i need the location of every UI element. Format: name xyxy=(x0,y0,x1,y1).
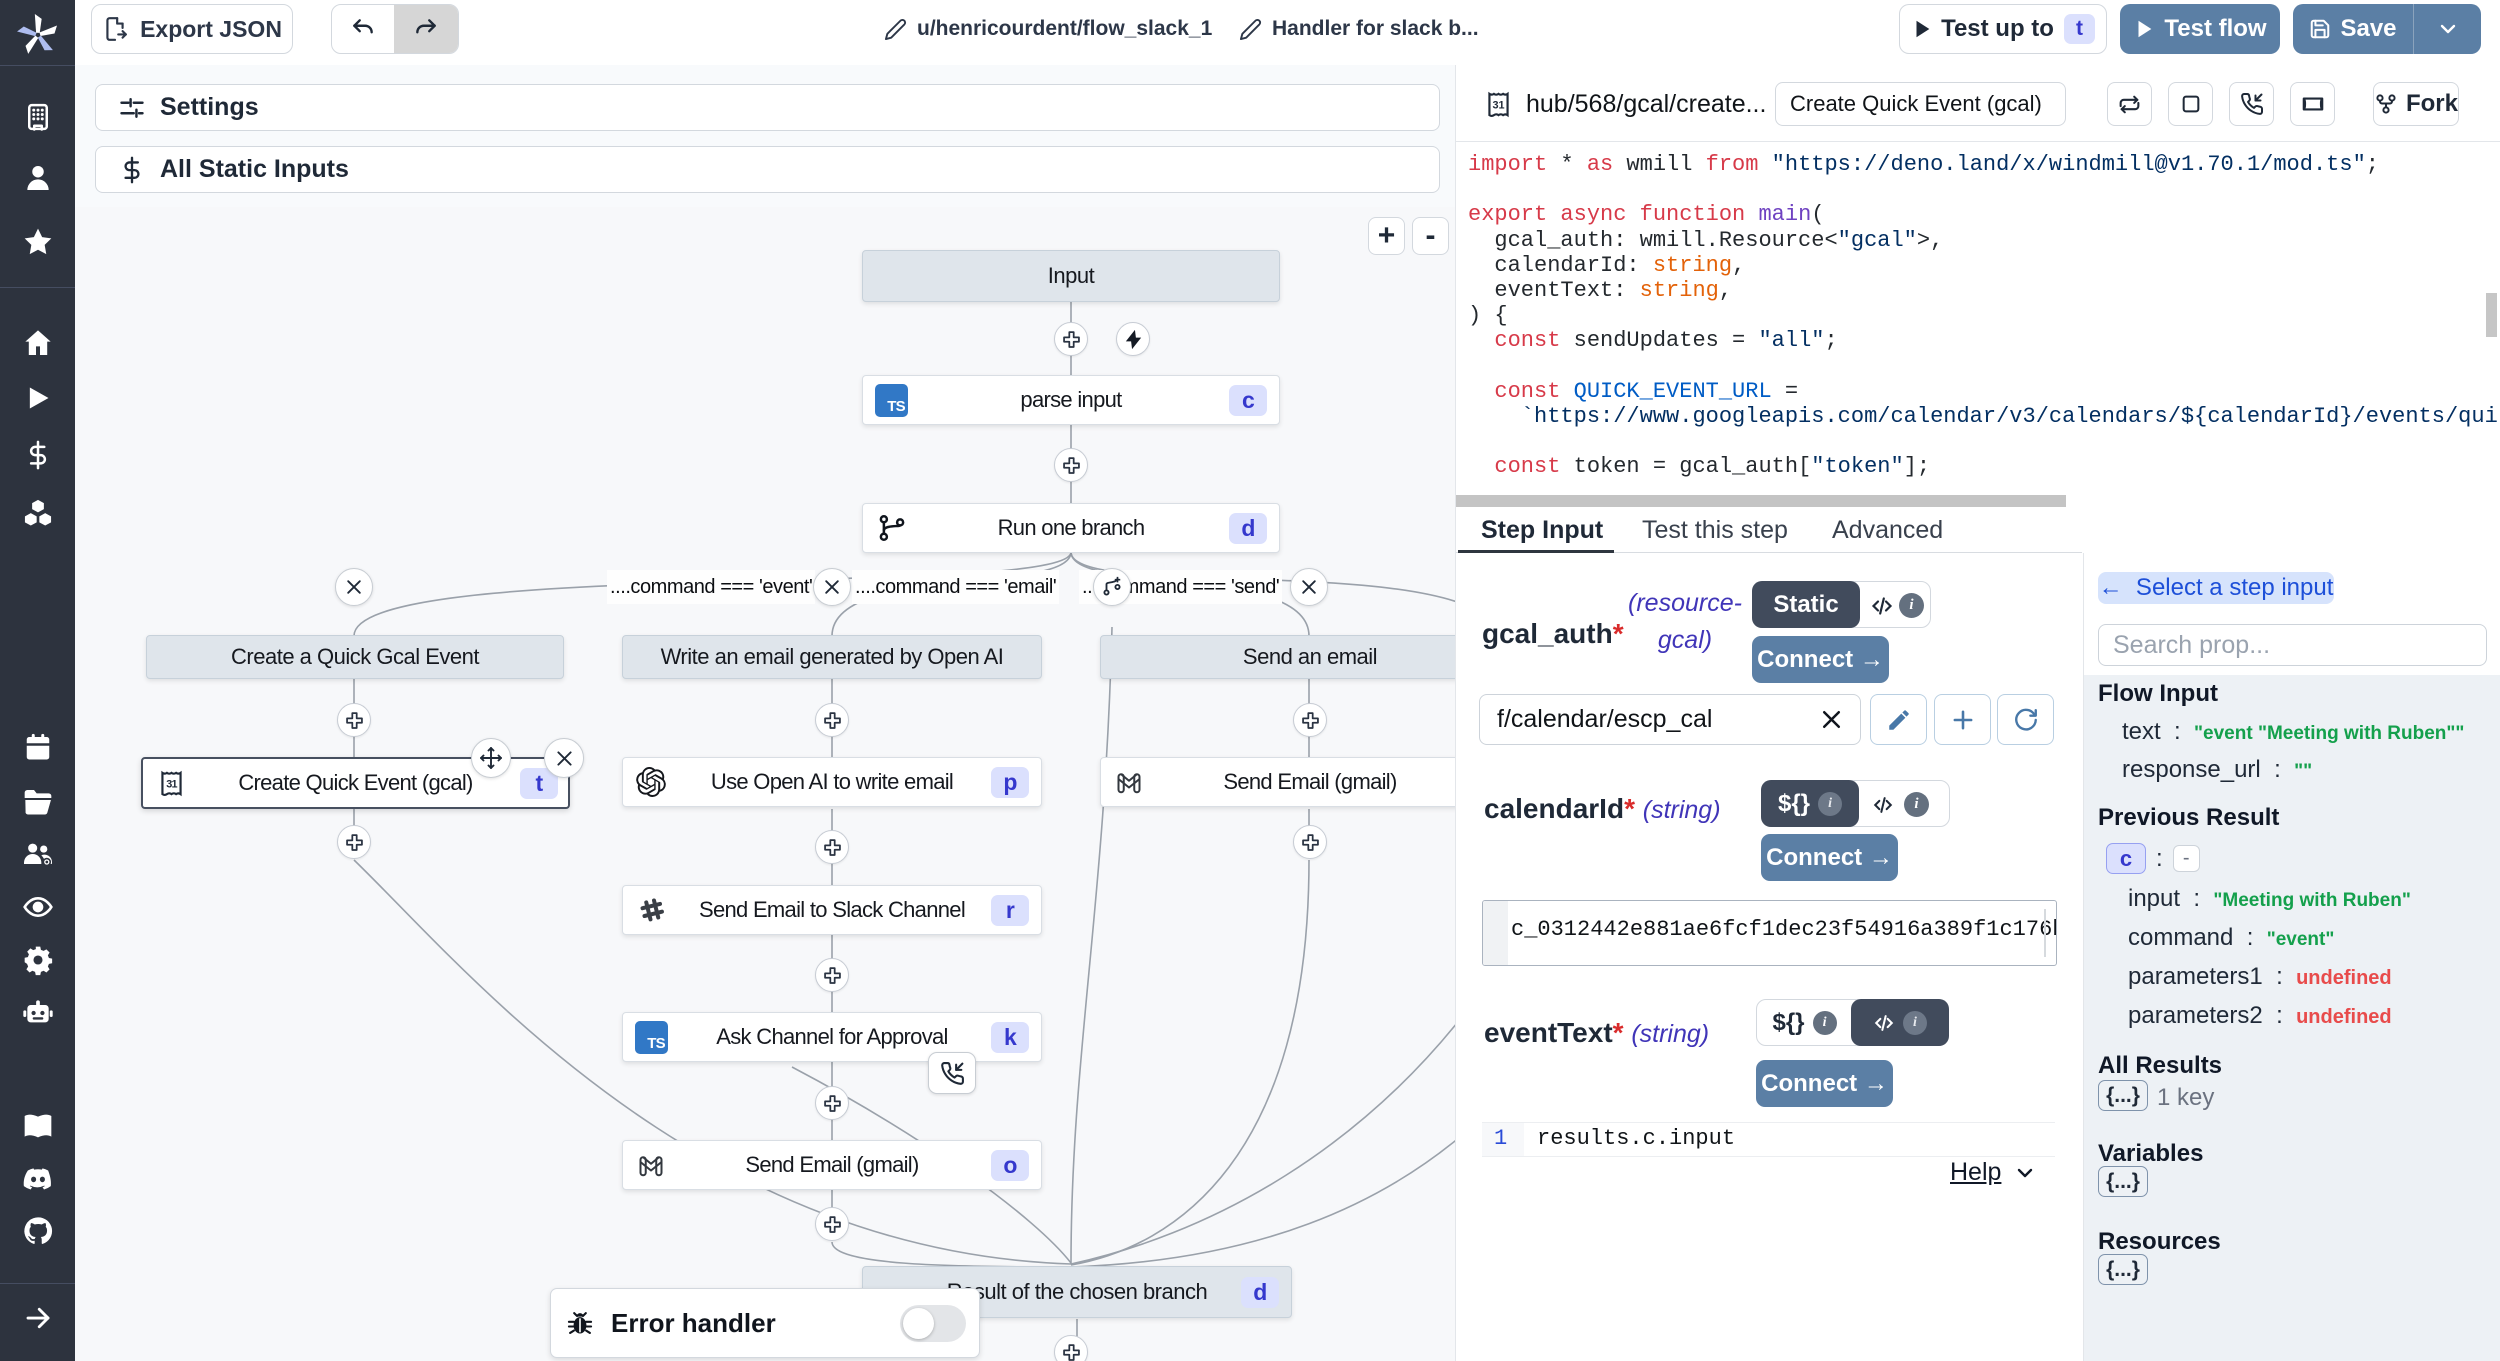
svg-text:31: 31 xyxy=(1492,99,1504,111)
